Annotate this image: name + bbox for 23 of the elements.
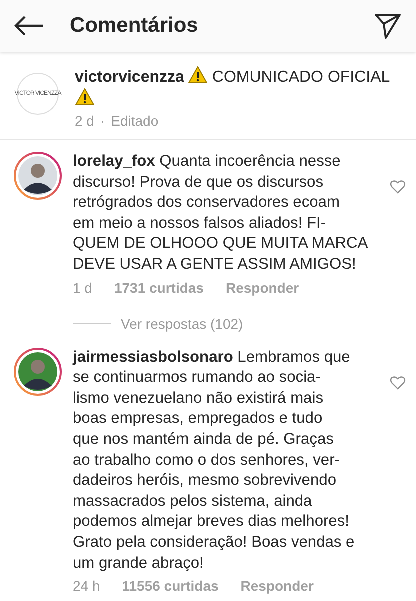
comment-text: lorelay_fox Quanta incoerência nesse discurso! Prova de que os discursos retrógrados dos conservadores ecoam em meio a nossos falsos aliados! FI- QUEM DE OLHOOO QUE MUITA MARCA DEVE USAR A GENTE ASSIM AMIGOS! <box>73 152 370 275</box>
comment-time: 1 d <box>73 280 92 296</box>
post-time: 2 d <box>75 113 94 129</box>
edited-label: Editado <box>111 113 159 129</box>
warning-icon <box>75 88 95 106</box>
avatar[interactable] <box>14 348 62 396</box>
caption-text: COMUNICADO OFICIAL <box>212 69 390 86</box>
page-title: Comentários <box>70 14 200 38</box>
back-arrow-icon[interactable] <box>14 15 44 37</box>
separator-dot: · <box>100 113 106 129</box>
comment-text: jairmessiasbolsonaro Lembramos que se continuarmos rumando ao socia- lismo venezuelano não existirá mais boas empresas, empregados e tudo que nos mantém ainda de pé. Graças ao trabalho como o dos senhores, ver- dadeiros heróis, mesmo sobrevivendo massacrados pelos sistema, ainda podemos almejar breves dias melhores! Grato pela consideração! Boas vendas e um grande abraço! <box>73 348 356 574</box>
reply-link[interactable]: Responder <box>226 280 300 296</box>
view-replies-link[interactable]: Ver respostas (102) <box>121 316 244 332</box>
username[interactable]: victorvicenzza <box>75 69 184 86</box>
like-count[interactable]: 1731 curtidas <box>114 280 204 296</box>
heart-icon[interactable] <box>390 180 406 194</box>
reply-link[interactable]: Responder <box>240 578 314 594</box>
warning-icon <box>188 66 208 84</box>
heart-icon[interactable] <box>390 376 406 390</box>
avatar[interactable] <box>14 152 62 200</box>
like-count[interactable]: 11556 curtidas <box>122 578 219 594</box>
send-icon[interactable] <box>374 12 402 40</box>
comment-time: 24 h <box>73 578 100 594</box>
